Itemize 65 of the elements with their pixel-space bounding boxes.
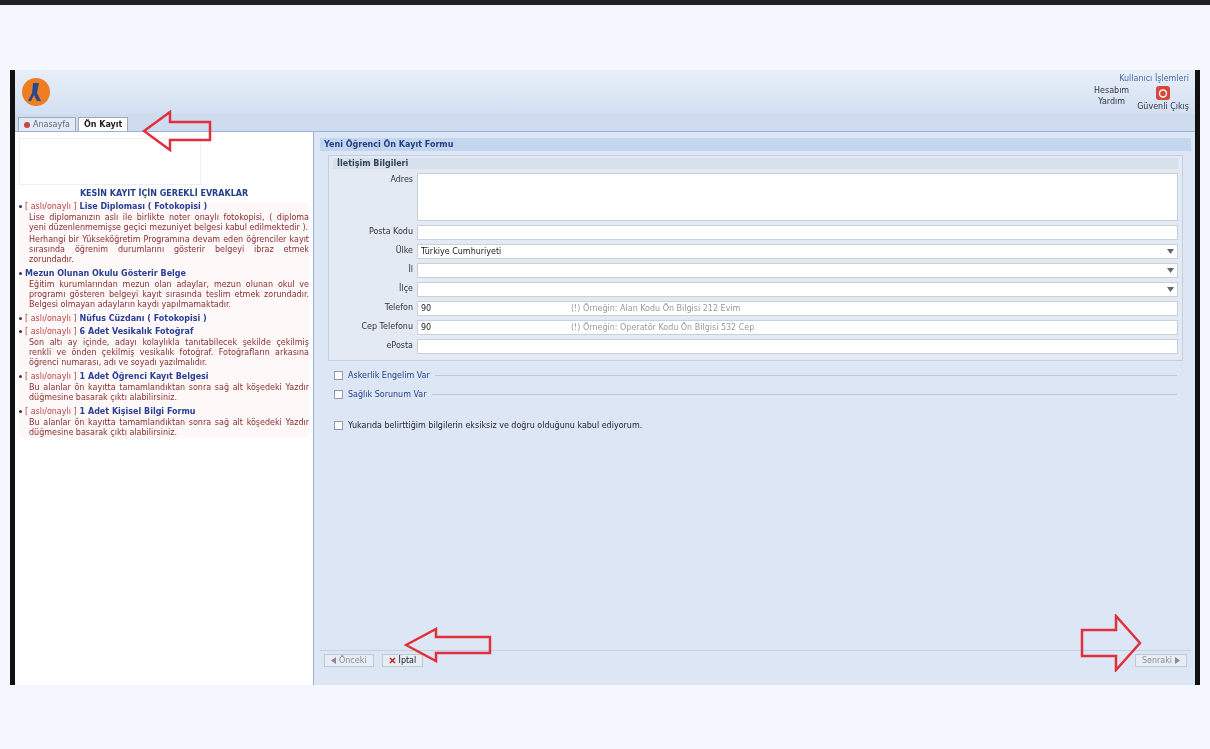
select-field[interactable]: Türkiye Cumhuriyeti	[417, 244, 1178, 259]
caret-icon	[1167, 268, 1174, 273]
document-title: Nüfus Cüzdanı ( Fotokopisi )	[79, 314, 207, 323]
document-title: 6 Adet Vesikalık Fotoğraf	[79, 327, 194, 336]
select-field[interactable]	[417, 282, 1178, 297]
logout-link[interactable]: Güvenli Çıkış	[1137, 101, 1189, 111]
documents-title: KESİN KAYIT İÇİN GEREKLİ EVRAKLAR	[78, 189, 250, 198]
agreement-label: Yukarıda belirttiğim bilgilerin eksiksiz ve doğru olduğunu kabul ediyorum.	[348, 421, 643, 430]
bullet-icon	[19, 330, 22, 333]
document-tag: [ aslı/onaylı ]	[25, 314, 77, 323]
checkbox[interactable]	[334, 390, 343, 399]
document-note: Herhangi bir Yükseköğretim Programına devam eden öğrenciler kayıt sırasında öğrenim durumlarını gösterir belgeyi ibraz etmek zorundadır.	[29, 235, 309, 265]
cancel-button[interactable]: İptal	[381, 654, 424, 667]
phone-field[interactable]: 90 (!) Örneğin: Alan Kodu Ön Bilgisi 212 Evim	[417, 301, 1178, 316]
document-title: Lise Diploması ( Fotokopisi )	[79, 202, 208, 211]
bullet-icon	[19, 375, 22, 378]
checkbox-label: Askerlik Engelim Var	[348, 371, 430, 380]
checkbox[interactable]	[334, 421, 343, 430]
section-title: İletişim Bilgileri	[333, 158, 1178, 169]
document-title: 1 Adet Kişisel Bilgi Formu	[79, 407, 196, 416]
document-tag: [ aslı/onaylı ]	[25, 407, 77, 416]
field-label: İlçe	[398, 282, 413, 293]
arrow-icon	[142, 110, 212, 152]
phone-field[interactable]: 90 (!) Örneğin: Operatör Kodu Ön Bilgisi 532 Cep	[417, 320, 1178, 335]
cross-icon	[388, 657, 396, 664]
help-link[interactable]: Yardım	[1098, 96, 1126, 106]
document-description: Bu alanlar ön kayıtta tamamlandıktan sonra sağ alt köşedeki Yazdır düğmesine basarak çıktı alabilirsiniz.	[29, 383, 309, 403]
user-menu-title: Kullanıcı İşlemleri	[1119, 73, 1189, 83]
caret-icon	[1167, 287, 1174, 292]
select-field[interactable]	[417, 263, 1178, 278]
tab[interactable]: Anasayfa	[18, 117, 76, 131]
document-title: 1 Adet Öğrenci Kayıt Belgesi	[79, 372, 209, 381]
tab[interactable]: Ön Kayıt	[77, 117, 129, 131]
bullet-icon	[19, 205, 22, 208]
field-label: Ülke	[394, 244, 413, 255]
field-label: Telefon	[383, 302, 413, 312]
document-tag: [ aslı/onaylı ]	[25, 202, 77, 211]
address-field[interactable]	[417, 173, 1178, 221]
input-field[interactable]	[417, 339, 1178, 354]
field-label: ePosta	[385, 340, 413, 350]
document-tag: [ aslı/onaylı ]	[25, 327, 77, 336]
arrow-icon	[1080, 614, 1142, 672]
field-label: İl	[407, 263, 413, 274]
checkbox-label: Sağlık Sorunum Var	[348, 390, 427, 399]
document-title: Mezun Olunan Okulu Gösterir Belge	[25, 269, 186, 278]
account-link[interactable]: Hesabım	[1094, 85, 1130, 95]
document-tag: [ aslı/onaylı ]	[25, 372, 77, 381]
logo-icon	[21, 77, 51, 107]
document-description: Bu alanlar ön kayıtta tamamlandıktan sonra sağ alt köşedeki Yazdır düğmesine basarak çıktı alabilirsiniz.	[29, 418, 309, 438]
input-field[interactable]	[417, 225, 1178, 240]
bullet-icon	[19, 410, 22, 413]
right-triangle-icon	[1175, 657, 1180, 664]
document-description: Eğitim kurumlarından mezun olan adaylar, mezun olunan okul ve programı gösteren belgeyi kayıt sırasında teslim etmek zorundadır. Belgesi olmayan adayların kaydı yapılmamaktadır.	[29, 280, 309, 310]
document-description: Son altı ay içinde, adayı kolaylıkla tanıtabilecek şekilde çekilmiş renkli ve önden çekilmiş vesikalık fotoğraf. Fotoğrafların arkasına öğrenci numarası, adı ve soyadı yazılmalıdır.	[29, 338, 309, 368]
bullet-icon	[19, 317, 22, 320]
bullet-icon	[19, 272, 22, 275]
power-icon[interactable]	[1156, 85, 1171, 100]
caret-icon	[1167, 249, 1174, 254]
field-label: Adres	[389, 174, 413, 184]
left-triangle-icon	[331, 657, 336, 664]
document-description: Lise diplomanızın aslı ile birlikte noter onaylı fotokopisi, ( diploma yeni düzenlenmemişse geçici mezuniyet belgesi kabul edilmektedir ).	[29, 213, 309, 233]
checkbox[interactable]	[334, 371, 343, 380]
form-title: Yeni Öğrenci Ön Kayıt Formu	[320, 138, 1191, 151]
field-label: Cep Telefonu	[360, 321, 413, 331]
field-label: Posta Kodu	[367, 226, 413, 236]
